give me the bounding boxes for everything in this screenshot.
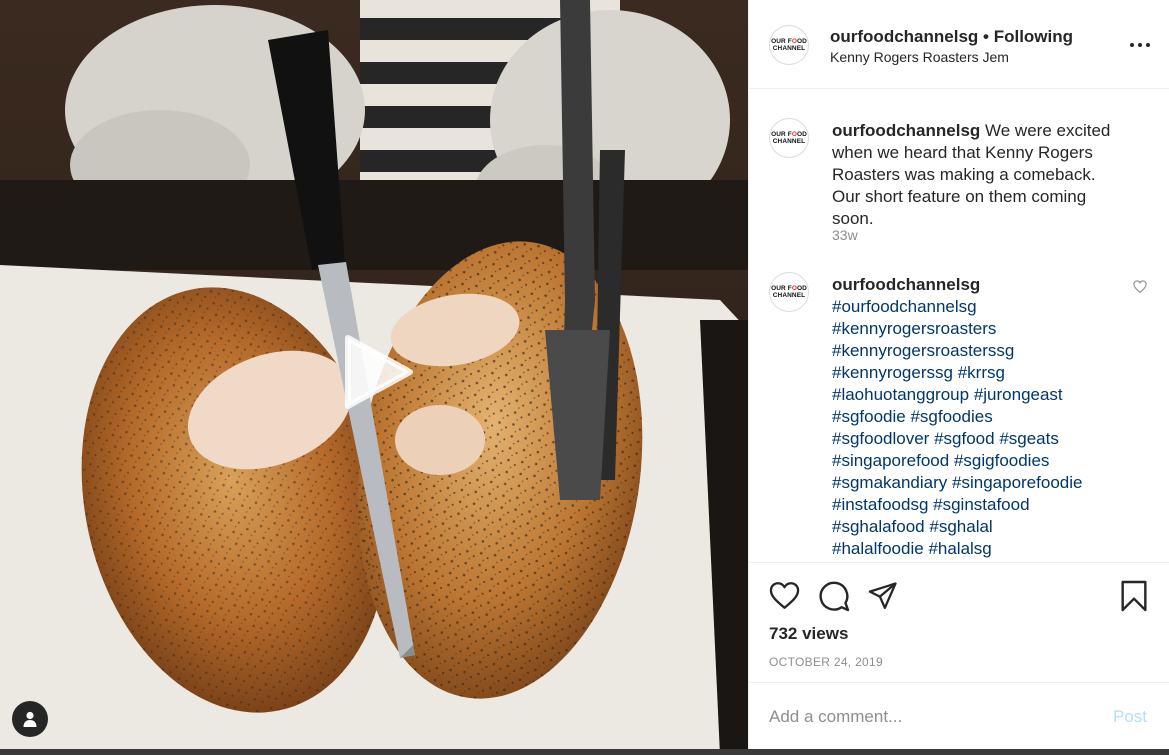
- hashtag-link[interactable]: #singaporefoodie: [952, 473, 1082, 492]
- caption-username[interactable]: ourfoodchannelsg: [832, 121, 980, 140]
- play-button[interactable]: [334, 330, 418, 414]
- post-video[interactable]: [0, 0, 748, 755]
- ellipsis-icon: [1130, 43, 1134, 47]
- avatar[interactable]: OUR FOOD CHANNEL: [769, 25, 809, 65]
- logo-text: OD: [796, 285, 807, 292]
- post-header: OUR FOOD CHANNEL ourfoodchannelsg • Foll…: [749, 0, 1169, 89]
- speech-bubble-icon: [819, 581, 850, 612]
- comment-like-button[interactable]: [1133, 280, 1147, 298]
- ellipsis-icon: [1138, 43, 1142, 47]
- logo-line2: CHANNEL: [772, 292, 806, 299]
- play-icon: [345, 335, 413, 409]
- hashtag-line: #sgfoodie #sgfoodies: [832, 406, 1132, 428]
- hashtag-link[interactable]: #kennyrogersroasterssg: [832, 341, 1014, 360]
- hashtag-line: #singaporefood #sgigfoodies: [832, 450, 1132, 472]
- hashtag-link[interactable]: #sgfoodies: [910, 407, 992, 426]
- location-link[interactable]: Kenny Rogers Roasters Jem: [830, 49, 1009, 65]
- bookmark-icon: [1121, 580, 1147, 612]
- header-username[interactable]: ourfoodchannelsg: [830, 27, 978, 46]
- hashtag-line: #laohuotanggroup #jurongeast: [832, 384, 1132, 406]
- hashtag-link[interactable]: #singaporefood: [832, 451, 949, 470]
- hashtag-link[interactable]: #sgfood: [934, 429, 995, 448]
- logo-text: OUR F: [771, 38, 792, 45]
- hashtag-link[interactable]: #halalsg: [928, 539, 991, 558]
- hashtag-link[interactable]: #kennyrogerssg: [832, 363, 953, 382]
- comment-button[interactable]: [818, 580, 850, 617]
- logo-line2: CHANNEL: [772, 138, 806, 145]
- logo-text: OUR F: [771, 131, 792, 138]
- comment-username[interactable]: ourfoodchannelsg: [832, 274, 1132, 296]
- avatar[interactable]: OUR FOOD CHANNEL: [769, 272, 809, 312]
- hashtag-line: #sghalafood #sghalal: [832, 516, 1132, 538]
- hashtag-link[interactable]: #sgigfoodies: [954, 451, 1049, 470]
- post-sidebar: OUR FOOD CHANNEL ourfoodchannelsg • Foll…: [748, 0, 1169, 749]
- like-button[interactable]: [769, 581, 800, 615]
- view-count[interactable]: 732 views: [769, 624, 848, 644]
- logo-line2: CHANNEL: [772, 45, 806, 52]
- hashtag-line: #instafoodsg #sginstafood: [832, 494, 1132, 516]
- hashtag-line: #kennyrogersroasterssg: [832, 340, 1132, 362]
- hashtag-link[interactable]: #sginstafood: [933, 495, 1029, 514]
- hashtag-line: #ourfoodchannelsg: [832, 296, 1132, 318]
- hashtag-comment: OUR FOOD CHANNEL ourfoodchannelsg #ourfo…: [769, 272, 1159, 562]
- more-options-button[interactable]: [1125, 35, 1155, 55]
- hashtag-link[interactable]: #krrsg: [958, 363, 1005, 382]
- caption-comment: OUR FOOD CHANNEL ourfoodchannelsg We wer…: [769, 118, 1159, 248]
- hashtag-line: #kennyrogersroasters: [832, 318, 1132, 340]
- hashtag-line: #halalfoodie #halalsg: [832, 538, 1132, 560]
- logo-text: OD: [796, 131, 807, 138]
- caption-timestamp[interactable]: 33w: [832, 227, 858, 243]
- hashtag-line: #sgfoodlover #sgfood #sgeats: [832, 428, 1132, 450]
- logo-text: OUR F: [771, 285, 792, 292]
- heart-icon: [1133, 280, 1147, 294]
- hashtag-link[interactable]: #jurongeast: [974, 385, 1063, 404]
- post-date[interactable]: OCTOBER 24, 2019: [769, 655, 883, 669]
- post-actions: 732 views OCTOBER 24, 2019: [749, 562, 1169, 682]
- paper-plane-icon: [868, 582, 897, 609]
- tagged-users-button[interactable]: [12, 701, 48, 737]
- logo-line1: OUR FOOD: [771, 285, 807, 292]
- comments-list[interactable]: OUR FOOD CHANNEL ourfoodchannelsg We wer…: [749, 90, 1169, 562]
- logo-line1: OUR FOOD: [771, 38, 807, 45]
- follow-status[interactable]: Following: [994, 27, 1073, 46]
- hashtag-link[interactable]: #sgmakandiary: [832, 473, 947, 492]
- hashtag-link[interactable]: #sghalafood: [832, 517, 925, 536]
- logo-text: OD: [796, 38, 807, 45]
- hashtag-link[interactable]: #sghalal: [929, 517, 992, 536]
- add-comment-bar: Post: [749, 682, 1169, 749]
- share-button[interactable]: [868, 581, 898, 616]
- hashtag-list: #ourfoodchannelsg #kennyrogersroasters #ke…: [832, 296, 1132, 560]
- hashtag-link[interactable]: #kennyrogersroasters: [832, 319, 996, 338]
- header-user-line: ourfoodchannelsg • Following: [830, 27, 1073, 47]
- hashtag-text-block: ourfoodchannelsg #ourfoodchannelsg #kenny…: [832, 274, 1132, 560]
- user-icon: [23, 711, 37, 727]
- hashtag-link[interactable]: #laohuotanggroup: [832, 385, 969, 404]
- comment-input[interactable]: [769, 703, 1089, 731]
- bottom-strip: [0, 749, 1169, 755]
- hashtag-link[interactable]: #halalfoodie: [832, 539, 924, 558]
- hashtag-link[interactable]: #sgeats: [999, 429, 1059, 448]
- header-separator: •: [983, 27, 989, 46]
- hashtag-line: #sgmakandiary #singaporefoodie: [832, 472, 1132, 494]
- hashtag-link[interactable]: #sgfoodlover: [832, 429, 929, 448]
- hashtag-link[interactable]: #ourfoodchannelsg: [832, 297, 977, 316]
- logo-line1: OUR FOOD: [771, 131, 807, 138]
- hashtag-line: #kennyrogerssg #krrsg: [832, 362, 1132, 384]
- heart-icon: [769, 582, 800, 609]
- hashtag-link[interactable]: #sgfoodie: [832, 407, 906, 426]
- ellipsis-icon: [1146, 43, 1150, 47]
- avatar[interactable]: OUR FOOD CHANNEL: [769, 118, 809, 158]
- post-comment-button[interactable]: Post: [1113, 707, 1147, 727]
- caption-text-block: ourfoodchannelsg We were excited when we…: [832, 120, 1117, 230]
- save-button[interactable]: [1120, 580, 1148, 617]
- hashtag-link[interactable]: #instafoodsg: [832, 495, 928, 514]
